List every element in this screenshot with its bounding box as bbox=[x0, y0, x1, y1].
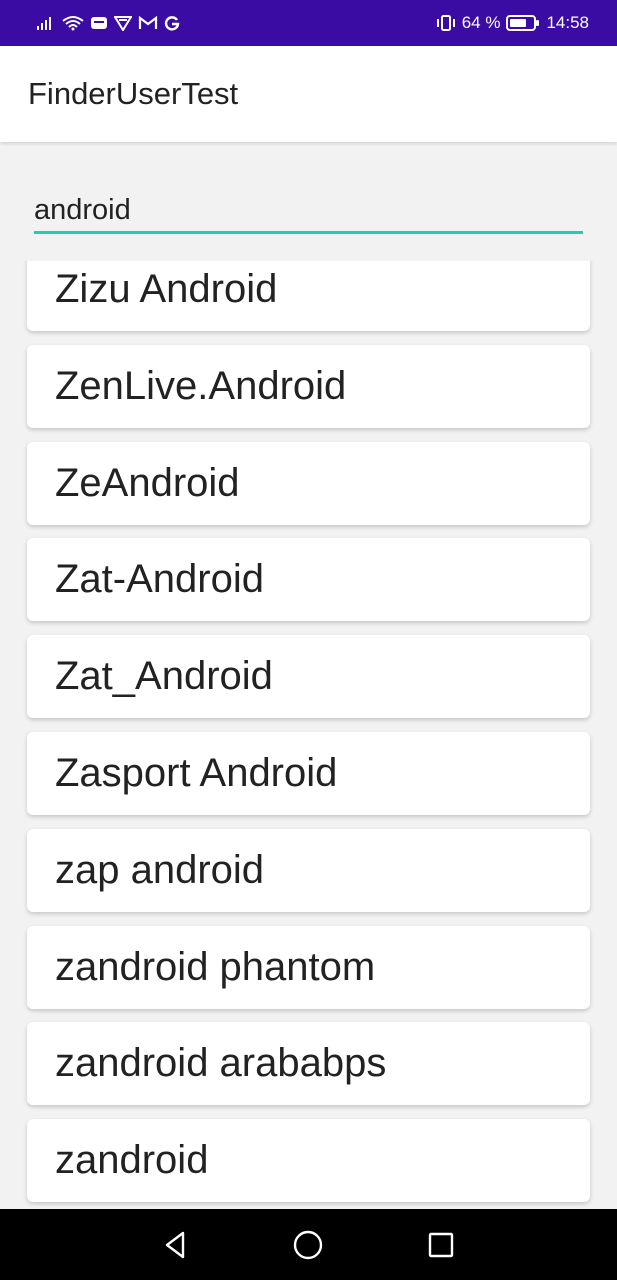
recents-button[interactable] bbox=[421, 1225, 461, 1265]
back-icon bbox=[165, 1231, 185, 1258]
battery-icon bbox=[506, 14, 540, 32]
battery-percent: 64 % bbox=[461, 13, 501, 32]
result-item[interactable]: ZenLive.Android bbox=[27, 344, 590, 428]
notification-icon bbox=[90, 15, 108, 31]
google-icon bbox=[164, 15, 180, 31]
result-item[interactable]: zandroid arababps bbox=[27, 1022, 590, 1106]
app-bar: FinderUserTest bbox=[0, 46, 617, 142]
back-button[interactable] bbox=[156, 1225, 196, 1265]
home-icon bbox=[294, 1230, 323, 1259]
result-item[interactable]: zandroid bbox=[27, 1119, 590, 1203]
results-list: Zizu Android ZenLive.Android ZeAndroid Z… bbox=[27, 261, 590, 1209]
home-button[interactable] bbox=[288, 1225, 328, 1265]
vpn-icon bbox=[114, 15, 132, 31]
result-item[interactable]: Zat_Android bbox=[27, 635, 590, 719]
wifi-icon bbox=[62, 15, 84, 31]
result-item[interactable]: Zat-Android bbox=[27, 538, 590, 622]
app-title: FinderUserTest bbox=[28, 76, 239, 111]
status-left-icons bbox=[36, 15, 180, 31]
status-right: 64 % 14:58 bbox=[436, 13, 589, 33]
navigation-bar bbox=[0, 1209, 617, 1280]
search-area bbox=[0, 144, 617, 261]
status-bar: 64 % 14:58 bbox=[0, 0, 617, 46]
recents-icon bbox=[428, 1232, 454, 1257]
result-item[interactable]: zap android bbox=[27, 828, 590, 912]
signal-icon bbox=[36, 15, 56, 31]
result-item[interactable]: Zizu Android bbox=[27, 261, 590, 331]
clock: 14:58 bbox=[546, 13, 589, 32]
result-item[interactable]: ZeAndroid bbox=[27, 441, 590, 525]
result-item[interactable]: Zasport Android bbox=[27, 731, 590, 815]
search-input[interactable] bbox=[34, 190, 583, 234]
result-item[interactable]: zandroid phantom bbox=[27, 925, 590, 1009]
gmail-icon bbox=[138, 15, 158, 31]
vibrate-icon bbox=[436, 14, 456, 32]
results-list-viewport[interactable]: Zizu Android ZenLive.Android ZeAndroid Z… bbox=[0, 261, 617, 1209]
